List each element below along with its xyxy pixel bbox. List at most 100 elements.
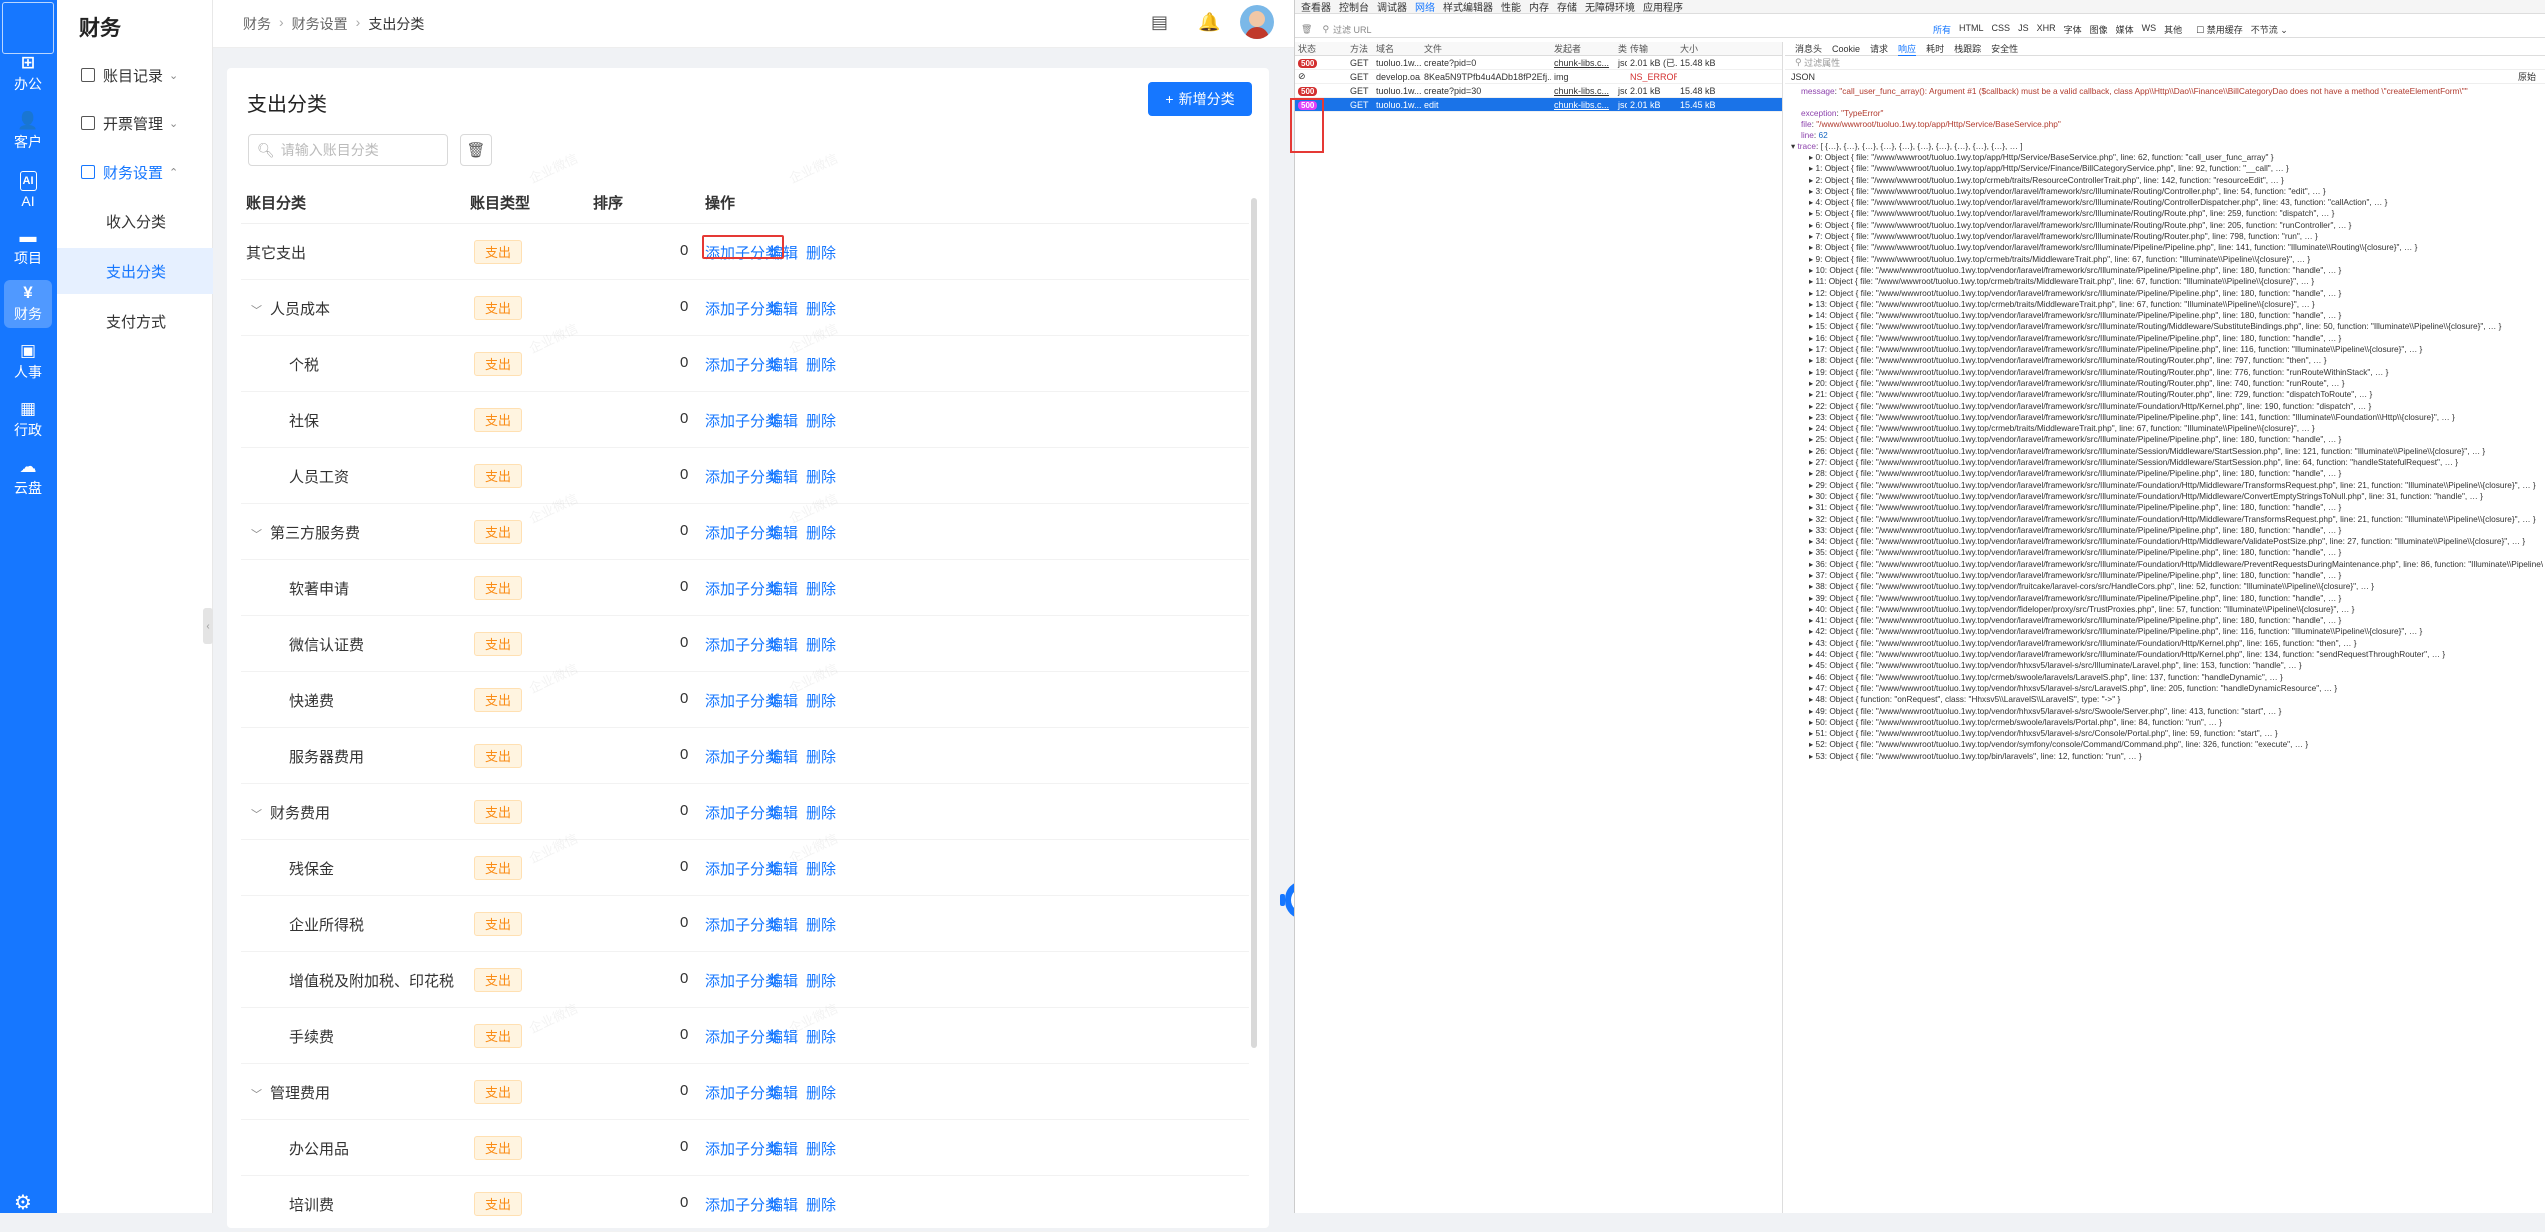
devtools-tab-5[interactable]: 性能 [1501, 0, 1521, 14]
trace-entry[interactable]: ▸ 8: Object { file: "/www/wwwroot/tuoluo… [1785, 242, 2543, 253]
delete-link[interactable]: 删除 [806, 1194, 836, 1215]
settings-gear-icon[interactable]: ⚙ [14, 1190, 32, 1215]
net-col-2[interactable]: 域名 [1373, 42, 1421, 55]
trace-entry[interactable]: ▸ 14: Object { file: "/www/wwwroot/tuolu… [1785, 310, 2543, 321]
edit-link[interactable]: 编辑 [768, 914, 798, 935]
trace-entry[interactable]: ▸ 44: Object { file: "/www/wwwroot/tuolu… [1785, 649, 2543, 660]
net-col-7[interactable]: 大小 [1677, 42, 1727, 55]
rail-item-1[interactable]: 👤 客户 [4, 108, 52, 156]
edit-link[interactable]: 编辑 [768, 298, 798, 319]
chevron-down-icon[interactable]: ﹀ [251, 526, 262, 542]
bell-icon[interactable]: 🔔 [1198, 12, 1220, 33]
rail-item-5[interactable]: ▣ 人事 [4, 338, 52, 386]
response-tab-4[interactable]: 耗时 [1926, 42, 1944, 55]
rail-item-0[interactable]: ⊞ 办公 [4, 50, 52, 98]
response-tab-6[interactable]: 安全性 [1991, 42, 2018, 55]
trace-entry[interactable]: ▸ 49: Object { file: "/www/wwwroot/tuolu… [1785, 706, 2543, 717]
trace-entry[interactable]: ▸ 26: Object { file: "/www/wwwroot/tuolu… [1785, 446, 2543, 457]
response-filter[interactable]: ⚲ 过滤属性 [1785, 56, 2545, 70]
chevron-down-icon[interactable]: ﹀ [251, 1086, 262, 1102]
trace-entry[interactable]: ▸ 43: Object { file: "/www/wwwroot/tuolu… [1785, 638, 2543, 649]
edit-link[interactable]: 编辑 [768, 1082, 798, 1103]
rail-item-3[interactable]: ▬ 项目 [4, 224, 52, 272]
devtools-tab-2[interactable]: 调试器 [1377, 0, 1407, 14]
filter-type-3[interactable]: JS [2018, 23, 2029, 36]
filter-type-8[interactable]: WS [2142, 23, 2157, 36]
trace-entry[interactable]: ▸ 37: Object { file: "/www/wwwroot/tuolu… [1785, 570, 2543, 581]
network-request-row[interactable]: ⊘ GET develop.oa.cr...8Kea5N9TPfb4u4ADb18f… [1295, 70, 1782, 84]
edit-link[interactable]: 编辑 [768, 1138, 798, 1159]
trace-entry[interactable]: ▸ 47: Object { file: "/www/wwwroot/tuolu… [1785, 683, 2543, 694]
filter-type-5[interactable]: 字体 [2064, 23, 2082, 36]
response-tab-1[interactable]: Cookie [1832, 44, 1860, 54]
delete-link[interactable]: 删除 [806, 970, 836, 991]
edit-link[interactable]: 编辑 [768, 466, 798, 487]
net-col-3[interactable]: 文件 [1421, 42, 1551, 55]
trace-entry[interactable]: ▸ 11: Object { file: "/www/wwwroot/tuolu… [1785, 276, 2543, 287]
net-col-1[interactable]: 方法 [1347, 42, 1373, 55]
edit-link[interactable]: 编辑 [768, 858, 798, 879]
devtools-tab-7[interactable]: 存储 [1557, 0, 1577, 14]
chevron-down-icon[interactable]: ﹀ [251, 806, 262, 822]
delete-link[interactable]: 删除 [806, 914, 836, 935]
trace-entry[interactable]: ▸ 34: Object { file: "/www/wwwroot/tuolu… [1785, 536, 2543, 547]
chevron-down-icon[interactable]: ﹀ [251, 302, 262, 318]
rail-item-2[interactable]: AI AI [4, 166, 52, 214]
response-tab-5[interactable]: 栈跟踪 [1954, 42, 1981, 55]
edit-link[interactable]: 编辑 [768, 578, 798, 599]
menu-item-0[interactable]: 账目记录 ⌄ [57, 52, 213, 98]
rail-item-7[interactable]: ☁ 云盘 [4, 454, 52, 502]
breadcrumb-item-finance[interactable]: 财务 [243, 14, 271, 34]
filter-type-0[interactable]: 所有 [1933, 23, 1951, 36]
net-col-6[interactable]: 传输 [1627, 42, 1677, 55]
trace-entry[interactable]: ▸ 7: Object { file: "/www/wwwroot/tuoluo… [1785, 231, 2543, 242]
delete-link[interactable]: 删除 [806, 466, 836, 487]
trace-entry[interactable]: ▸ 13: Object { file: "/www/wwwroot/tuolu… [1785, 299, 2543, 310]
filter-type-7[interactable]: 媒体 [2116, 23, 2134, 36]
trace-entry[interactable]: ▸ 25: Object { file: "/www/wwwroot/tuolu… [1785, 434, 2543, 445]
filter-type-6[interactable]: 图像 [2090, 23, 2108, 36]
devtools-tab-8[interactable]: 无障碍环境 [1585, 0, 1635, 14]
edit-link[interactable]: 编辑 [768, 690, 798, 711]
delete-link[interactable]: 删除 [806, 634, 836, 655]
network-request-row[interactable]: 500 GET tuoluo.1w... create?pid=0 chunk-libs… [1295, 56, 1782, 70]
filter-url-input[interactable]: 过滤 URL [1333, 23, 1933, 36]
net-col-0[interactable]: 状态 [1295, 42, 1347, 55]
delete-link[interactable]: 删除 [806, 410, 836, 431]
filter-type-9[interactable]: 其他 [2164, 23, 2182, 36]
edit-link[interactable]: 编辑 [768, 522, 798, 543]
devtools-tab-4[interactable]: 样式编辑器 [1443, 0, 1493, 14]
edit-link[interactable]: 编辑 [768, 410, 798, 431]
devtools-tab-1[interactable]: 控制台 [1339, 0, 1369, 14]
submenu-item-2[interactable]: 支付方式 [57, 298, 213, 344]
trace-entry[interactable]: ▸ 53: Object { file: "/www/wwwroot/tuolu… [1785, 751, 2543, 762]
trace-entry[interactable]: ▸ 31: Object { file: "/www/wwwroot/tuolu… [1785, 502, 2543, 513]
trace-entry[interactable]: ▸ 48: Object { function: "onRequest", cl… [1785, 694, 2543, 705]
trace-entry[interactable]: ▸ 6: Object { file: "/www/wwwroot/tuoluo… [1785, 220, 2543, 231]
trace-entry[interactable]: ▸ 42: Object { file: "/www/wwwroot/tuolu… [1785, 626, 2543, 637]
trash-button[interactable]: 🗑 [460, 134, 492, 166]
rail-item-6[interactable]: ▦ 行政 [4, 396, 52, 444]
edit-link[interactable]: 编辑 [768, 1194, 798, 1215]
devtools-tab-0[interactable]: 查看器 [1301, 0, 1331, 14]
json-line[interactable]: ▾ trace: [ {…}, {…}, {…}, {…}, {…}, {…},… [1785, 141, 2543, 152]
avatar[interactable] [1240, 5, 1274, 39]
filter-type-2[interactable]: CSS [1992, 23, 2011, 36]
breadcrumb-item-settings[interactable]: 财务设置 [292, 14, 348, 34]
trace-entry[interactable]: ▸ 10: Object { file: "/www/wwwroot/tuolu… [1785, 265, 2543, 276]
trace-entry[interactable]: ▸ 19: Object { file: "/www/wwwroot/tuolu… [1785, 367, 2543, 378]
delete-link[interactable]: 删除 [806, 1026, 836, 1047]
edit-link[interactable]: 编辑 [768, 746, 798, 767]
trace-entry[interactable]: ▸ 3: Object { file: "/www/wwwroot/tuoluo… [1785, 186, 2543, 197]
devtools-tab-9[interactable]: 应用程序 [1643, 0, 1683, 14]
edit-link[interactable]: 编辑 [768, 634, 798, 655]
delete-link[interactable]: 删除 [806, 858, 836, 879]
trace-entry[interactable]: ▸ 41: Object { file: "/www/wwwroot/tuolu… [1785, 615, 2543, 626]
delete-link[interactable]: 删除 [806, 298, 836, 319]
trace-entry[interactable]: ▸ 36: Object { file: "/www/wwwroot/tuolu… [1785, 559, 2543, 570]
devtools-tab-3[interactable]: 网络 [1415, 0, 1435, 14]
trace-entry[interactable]: ▸ 17: Object { file: "/www/wwwroot/tuolu… [1785, 344, 2543, 355]
edit-link[interactable]: 编辑 [768, 802, 798, 823]
menu-item-2[interactable]: 财务设置 ⌃ [57, 149, 213, 195]
trace-entry[interactable]: ▸ 15: Object { file: "/www/wwwroot/tuolu… [1785, 321, 2543, 332]
